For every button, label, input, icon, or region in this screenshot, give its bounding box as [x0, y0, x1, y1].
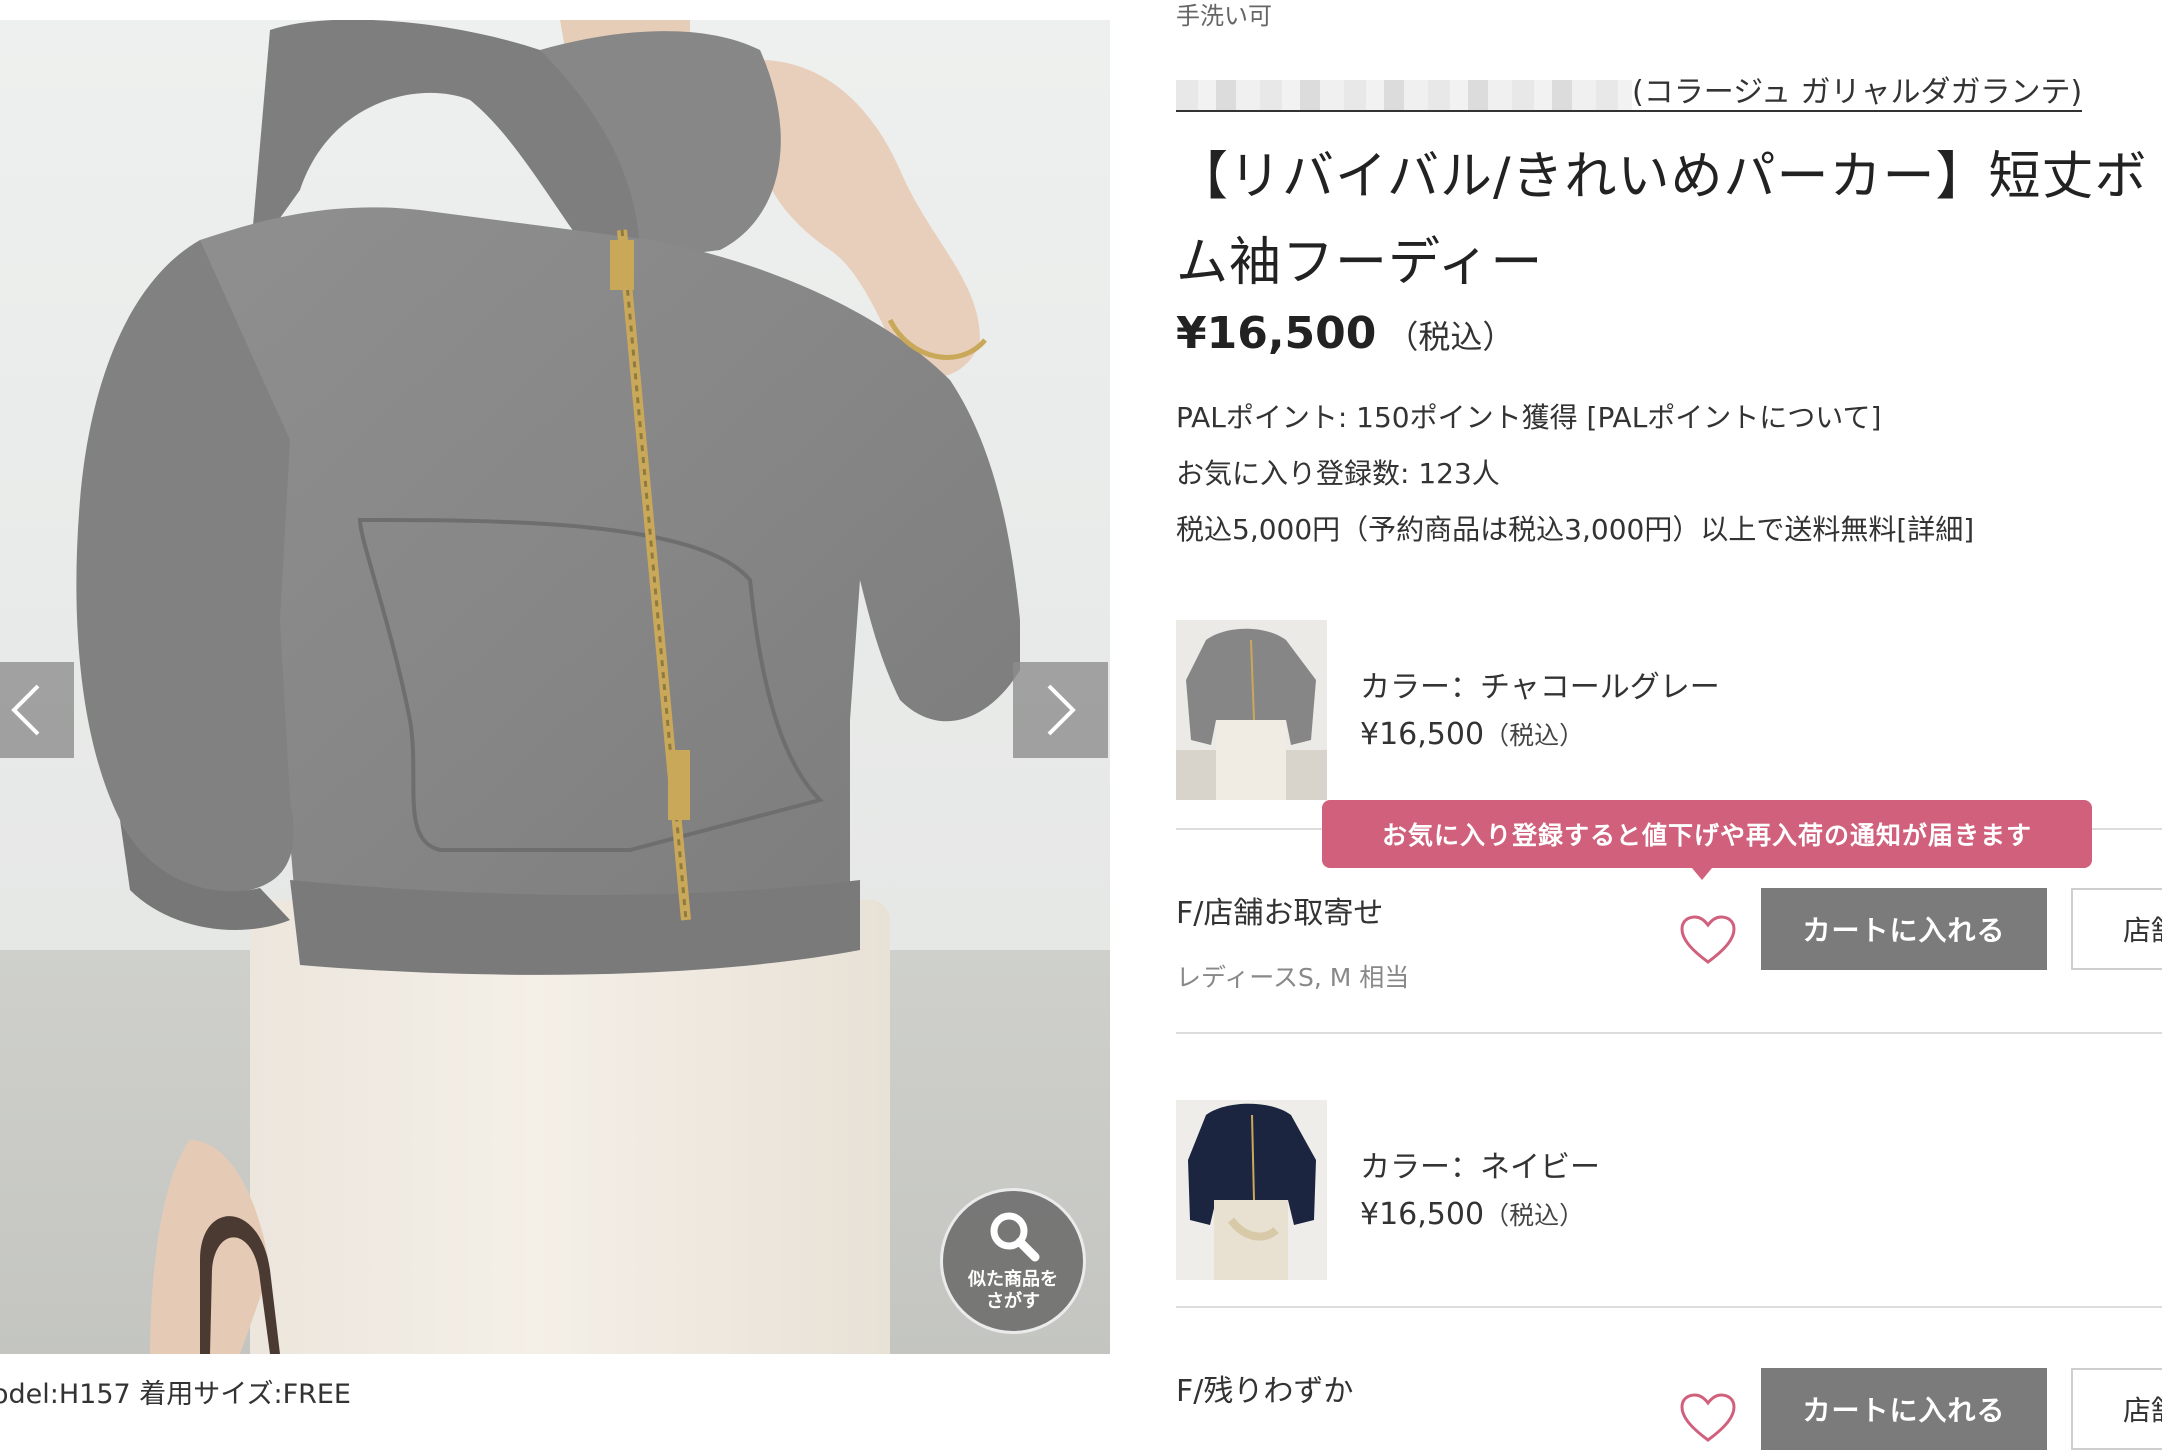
- add-to-cart-button[interactable]: カートに入れる: [1761, 888, 2047, 970]
- price-value: ¥16,500: [1176, 308, 1377, 359]
- product-image-gallery: 似た商品を さがす: [0, 20, 1110, 1354]
- add-to-cart-button[interactable]: カートに入れる: [1761, 1368, 2047, 1450]
- variant-thumbnail-navy[interactable]: [1176, 1100, 1327, 1280]
- store-order-button[interactable]: 店舗: [2071, 888, 2162, 970]
- gallery-prev-button[interactable]: [0, 662, 74, 758]
- heart-icon: [1680, 1393, 1736, 1442]
- product-photo-hoodie: [76, 20, 1020, 1354]
- favorite-heart-button[interactable]: [1679, 914, 1737, 966]
- favorites-count: お気に入り登録数: 123人: [1176, 457, 1500, 490]
- variant-price: ¥16,500（税込）: [1360, 717, 1585, 752]
- heart-icon: [1680, 915, 1736, 964]
- product-title: 【リバイバル/きれいめパーカー】短丈ボ ム袖フーディー: [1176, 147, 2148, 293]
- chevron-right-icon: [1047, 684, 1076, 736]
- tax-label: （税込）: [1386, 318, 1515, 356]
- gallery-next-button[interactable]: [1013, 662, 1108, 758]
- variant-color-label: カラー：チャコールグレー: [1360, 670, 1720, 705]
- brand-link[interactable]: (コラージュ ガリャルダガランテ): [1176, 75, 2083, 112]
- brand-name: (コラージュ ガリャルダガランテ): [1632, 75, 2083, 112]
- care-note: 手洗い可: [1176, 2, 1272, 30]
- size-stock-label: F/残りわずか: [1176, 1374, 1354, 1409]
- model-size-caption: odel:H157 着用サイズ:FREE: [0, 1379, 351, 1410]
- variant-color-label: カラー：ネイビー: [1360, 1150, 1600, 1185]
- variant-thumbnail-charcoal[interactable]: [1176, 620, 1327, 800]
- chevron-left-icon: [11, 684, 40, 736]
- favorite-tooltip: お気に入り登録すると値下げや再入荷の通知が届きます: [1322, 800, 2092, 880]
- divider: [1176, 1306, 2162, 1308]
- store-order-button[interactable]: 店舗: [2071, 1368, 2162, 1450]
- favorite-heart-button[interactable]: [1679, 1392, 1737, 1444]
- variant-price: ¥16,500（税込）: [1360, 1197, 1585, 1232]
- brand-name-blurred: [1176, 80, 1632, 112]
- size-note: レディースS, M 相当: [1176, 963, 1410, 992]
- product-price: ¥16,500 （税込）: [1176, 308, 1514, 359]
- size-stock-label: F/店舗お取寄せ: [1176, 896, 1384, 931]
- shipping-info[interactable]: 税込5,000円（予約商品は税込3,000円）以上で送料無料[詳細]: [1176, 508, 1974, 548]
- search-icon: [990, 1212, 1040, 1262]
- divider: [1176, 1032, 2162, 1034]
- find-similar-label: 似た商品を さがす: [968, 1269, 1058, 1312]
- product-details: 手洗い可 (コラージュ ガリャルダガランテ) 【リバイバル/きれいめパーカー】短…: [1176, 0, 2162, 1450]
- points-info[interactable]: PALポイント: 150ポイント獲得 [PALポイントについて]: [1176, 396, 1881, 436]
- find-similar-button[interactable]: 似た商品を さがす: [940, 1188, 1086, 1334]
